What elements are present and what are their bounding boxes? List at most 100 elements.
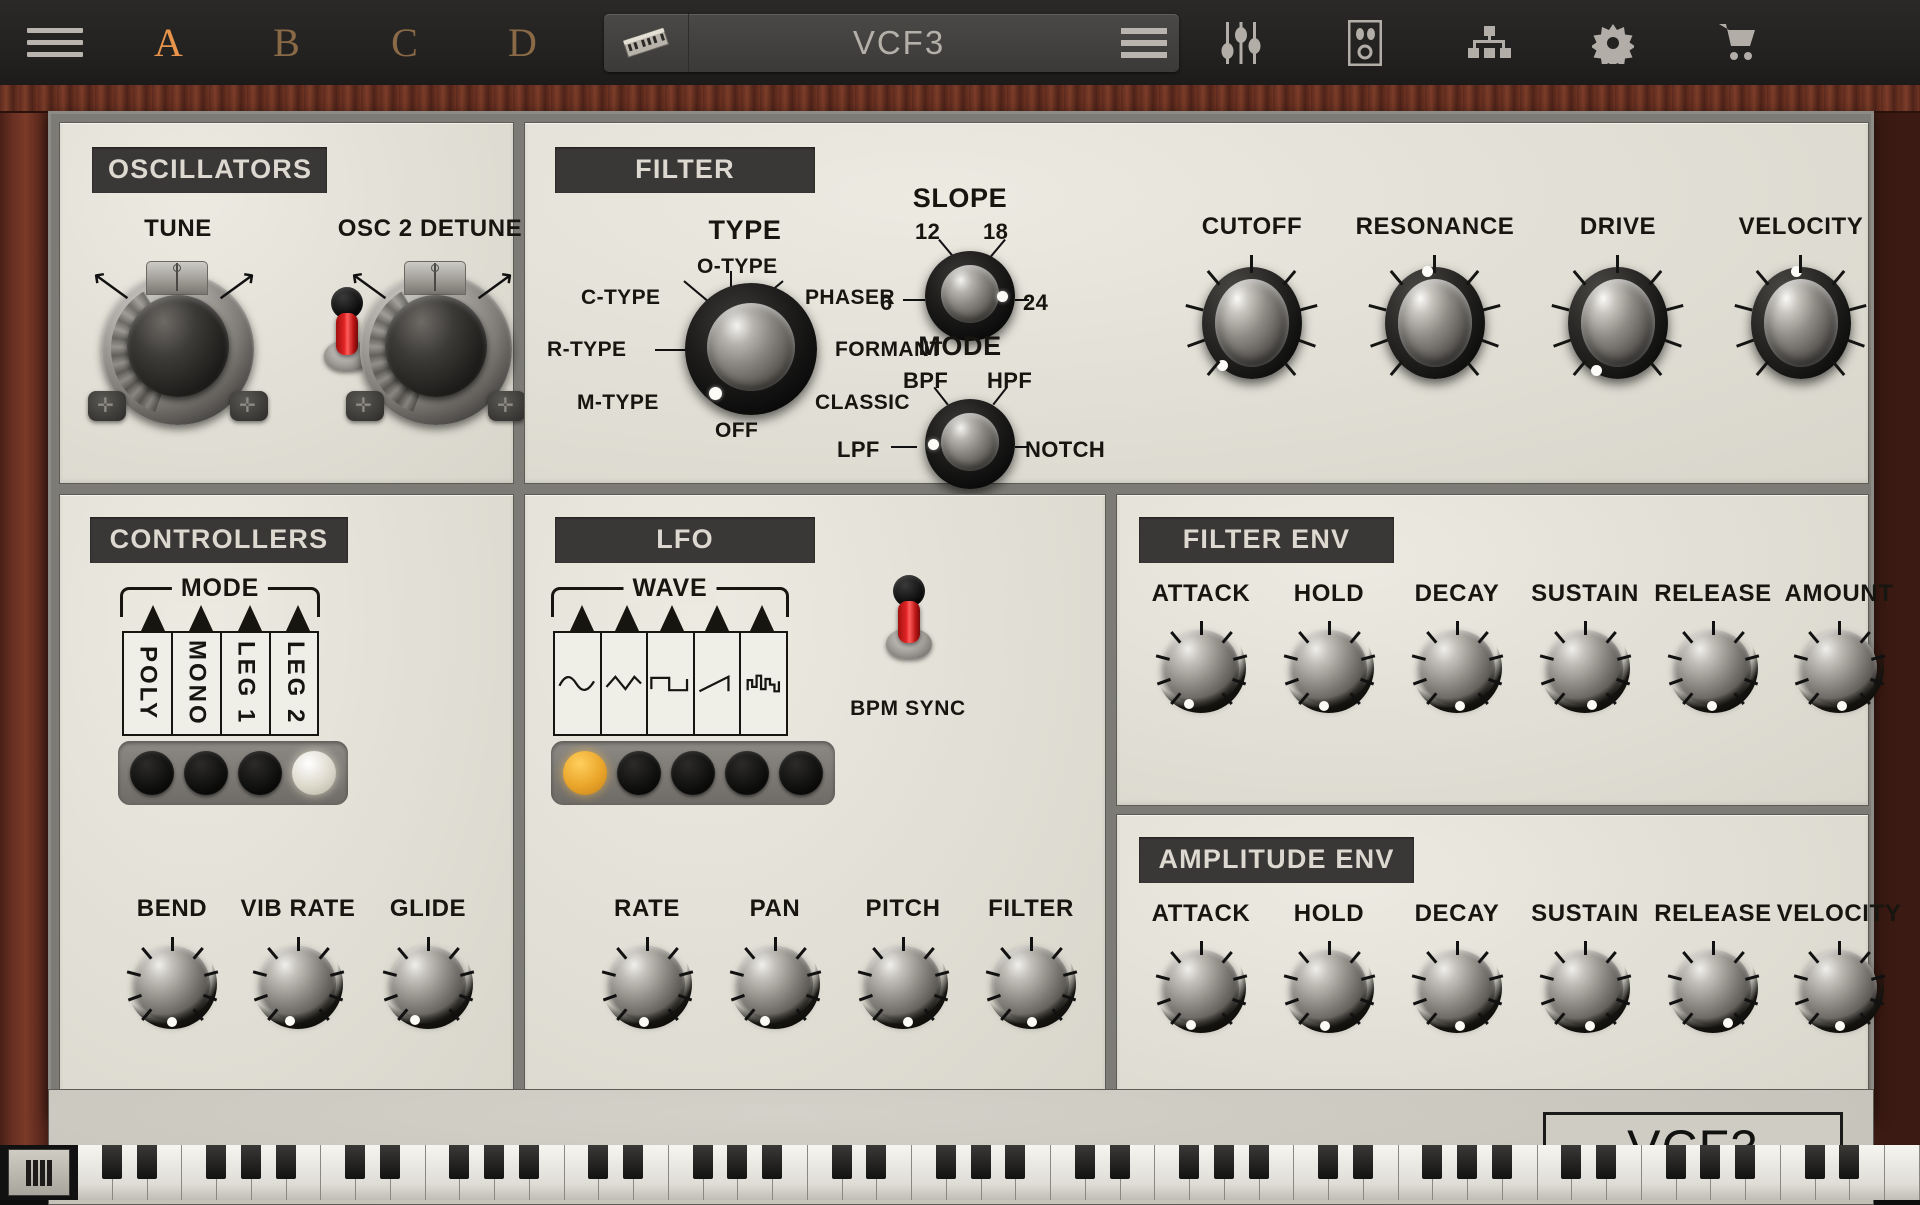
lfo-wave-button-sine[interactable] [563, 751, 607, 795]
mode-button-mono[interactable] [184, 751, 228, 795]
bank-button-b[interactable]: B [228, 19, 346, 66]
lfo-wave-cell-random[interactable] [741, 633, 786, 734]
piano-key-black[interactable] [1561, 1145, 1582, 1179]
bank-button-c[interactable]: C [346, 19, 464, 66]
filter-mode-option-hpf[interactable]: HPF [987, 368, 1032, 394]
knob-lfo-filter[interactable] [985, 937, 1078, 1029]
knob-glide[interactable] [382, 937, 475, 1029]
knob-aenv-attack[interactable] [1155, 941, 1248, 1033]
knob-filter-type[interactable] [685, 283, 817, 415]
piano-key-white[interactable] [668, 1145, 713, 1200]
piano-key-black[interactable] [1005, 1145, 1026, 1179]
piano-key-black[interactable] [1491, 1145, 1512, 1179]
list-icon[interactable] [1109, 27, 1179, 58]
piano-key-black[interactable] [1839, 1145, 1860, 1179]
piano-key-black[interactable] [136, 1145, 157, 1179]
knob-fenv-attack[interactable] [1155, 621, 1248, 713]
piano-key-black[interactable] [762, 1145, 782, 1179]
lfo-wave-button-triangle[interactable] [617, 751, 661, 795]
piano-key-black[interactable] [1213, 1145, 1234, 1179]
piano-key-white[interactable] [1051, 1145, 1095, 1200]
knob-aenv-sustain[interactable] [1539, 941, 1632, 1033]
knob-slope[interactable] [925, 251, 1015, 341]
lfo-wave-cell-triangle[interactable] [602, 633, 649, 734]
knob-filter-mode[interactable] [925, 399, 1015, 489]
mixer-icon[interactable] [1179, 21, 1303, 64]
knob-aenv-decay[interactable] [1411, 941, 1504, 1033]
knob-lfo-pitch[interactable] [857, 937, 950, 1029]
knob-bend[interactable] [126, 937, 219, 1029]
mode-button-leg1[interactable] [238, 751, 282, 795]
piano-key-black[interactable] [1735, 1145, 1755, 1179]
piano-key-black[interactable] [1700, 1145, 1721, 1179]
filter-mode-option-bpf[interactable]: BPF [903, 368, 948, 394]
piano-key-black[interactable] [866, 1145, 887, 1179]
piano-key-black[interactable] [1352, 1145, 1373, 1179]
lfo-wave-button-square[interactable] [671, 751, 715, 795]
knob-vib-rate[interactable] [252, 937, 345, 1029]
knob-fenv-sustain[interactable] [1539, 621, 1632, 713]
knob-cutoff[interactable] [1185, 255, 1318, 387]
mode-cell-leg2[interactable]: LEG 2 [271, 633, 319, 734]
piano-key-white[interactable] [807, 1145, 852, 1200]
knob-drive[interactable] [1551, 255, 1684, 387]
piano-key-black[interactable] [1596, 1145, 1616, 1179]
filter-type-option-m-type[interactable]: M-TYPE [577, 391, 659, 415]
filter-type-option-o-type[interactable]: O-TYPE [697, 255, 778, 279]
piano-key-black[interactable] [240, 1145, 261, 1179]
lfo-wave-cell-ramp[interactable] [695, 633, 742, 734]
filter-mode-option-lpf[interactable]: LPF [837, 437, 880, 463]
routing-icon[interactable] [1427, 25, 1551, 60]
piano-key-black[interactable] [1457, 1145, 1477, 1179]
piano-key-black[interactable] [831, 1145, 852, 1179]
bank-button-d[interactable]: D [464, 19, 582, 66]
piano-key-white[interactable] [425, 1145, 470, 1200]
preset-selector[interactable]: VCF3 [604, 13, 1179, 72]
knob-aenv-velocity[interactable] [1793, 941, 1886, 1033]
piano-key-black[interactable] [345, 1145, 365, 1179]
piano-key-black[interactable] [1665, 1145, 1686, 1179]
piano-key-black[interactable] [1074, 1145, 1095, 1179]
piano-key-black[interactable] [379, 1145, 400, 1179]
knob-fenv-amount[interactable] [1793, 621, 1886, 713]
piano-key-black[interactable] [206, 1145, 226, 1179]
mode-button-leg2[interactable] [292, 751, 336, 795]
piano-key-white[interactable] [321, 1145, 365, 1200]
knob-lfo-pan[interactable] [729, 937, 822, 1029]
slope-option-24[interactable]: 24 [1023, 290, 1048, 316]
piano-key-white[interactable] [912, 1145, 956, 1200]
keyboard-keys[interactable] [78, 1145, 1920, 1200]
piano-key-white[interactable] [182, 1145, 226, 1200]
piano-key-white[interactable] [1885, 1145, 1920, 1200]
piano-key-black[interactable] [484, 1145, 504, 1179]
mode-button-poly[interactable] [130, 751, 174, 795]
mode-cell-mono[interactable]: MONO [173, 633, 222, 734]
lfo-wave-button-random[interactable] [779, 751, 823, 795]
knob-velocity[interactable] [1734, 255, 1867, 387]
hamburger-icon[interactable] [0, 28, 110, 57]
piano-key-white[interactable] [564, 1145, 609, 1200]
filter-type-option-classic[interactable]: CLASSIC [815, 391, 910, 415]
bank-button-a[interactable]: A [110, 19, 228, 66]
piano-key-white[interactable] [1537, 1145, 1582, 1200]
piano-key-black[interactable] [1318, 1145, 1338, 1179]
piano-key-black[interactable] [1109, 1145, 1130, 1179]
piano-key-black[interactable] [1179, 1145, 1199, 1179]
piano-key-white[interactable] [1294, 1145, 1338, 1200]
keyboard-icon[interactable] [8, 1149, 70, 1196]
filter-type-option-c-type[interactable]: C-TYPE [581, 286, 660, 310]
slope-option-6[interactable]: 6 [880, 290, 893, 316]
piano-key-black[interactable] [970, 1145, 991, 1179]
keyboard-icon[interactable] [604, 13, 689, 72]
mode-cell-leg1[interactable]: LEG 1 [222, 633, 271, 734]
filter-mode-option-notch[interactable]: NOTCH [1025, 437, 1105, 463]
gear-icon[interactable] [1551, 22, 1675, 64]
knob-fenv-decay[interactable] [1411, 621, 1504, 713]
piano-key-black[interactable] [101, 1145, 122, 1179]
piano-key-black[interactable] [1248, 1145, 1269, 1179]
piano-key-white[interactable] [1155, 1145, 1199, 1200]
piano-key-black[interactable] [1804, 1145, 1825, 1179]
piano-key-white[interactable] [1641, 1145, 1686, 1200]
piano-key-white[interactable] [78, 1145, 122, 1200]
slope-option-12[interactable]: 12 [915, 219, 940, 245]
